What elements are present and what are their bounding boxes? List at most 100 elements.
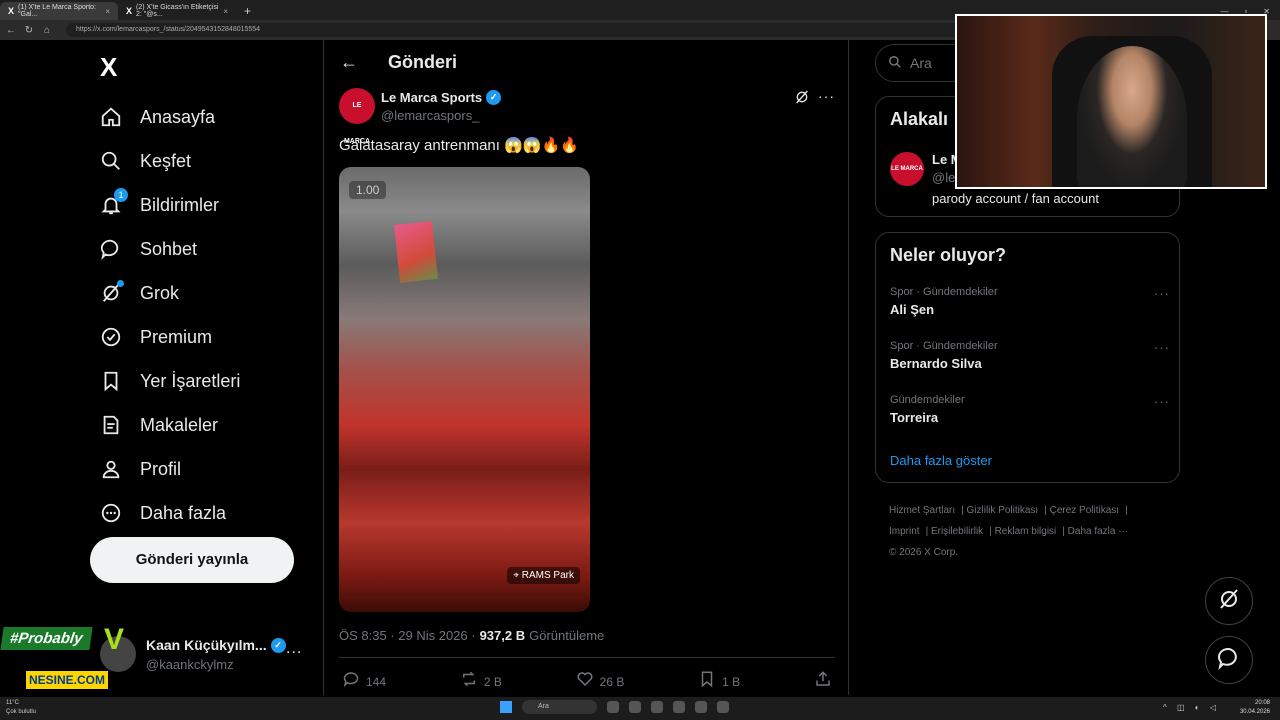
- trend-item[interactable]: Spor · Gündemdekiler Bernardo Silva ···: [890, 340, 1170, 371]
- search-icon: [100, 150, 122, 172]
- nav-item-chat[interactable]: Sohbet: [100, 229, 197, 269]
- app-icon[interactable]: [629, 701, 641, 713]
- app-icon[interactable]: [717, 701, 729, 713]
- system-tray[interactable]: ^ ◫ ◐ ◁: [1163, 703, 1220, 712]
- account-name-row: Kaan Küçükyılm... ✓: [146, 637, 286, 653]
- post-button[interactable]: Gönderi yayınla: [90, 537, 294, 583]
- more-icon[interactable]: ···: [1154, 286, 1170, 301]
- show-more-link[interactable]: Daha fazla göster: [890, 453, 992, 468]
- nav-label: Anasayfa: [140, 106, 216, 127]
- tab-title: (2) X'te Gicass'ın Etiketçisi 2: "@s...: [136, 4, 219, 18]
- clock-date: 30.04.2026: [1239, 709, 1270, 715]
- messages-fab-button[interactable]: [1205, 636, 1253, 684]
- footer-link[interactable]: Daha fazla ···: [1068, 526, 1129, 537]
- like-count: 26 B: [599, 674, 625, 689]
- clock-time: 20:08: [1254, 700, 1270, 706]
- nav-label: Premium: [140, 326, 213, 347]
- footer-link[interactable]: Çerez Politikası: [1050, 505, 1119, 516]
- trend-category: Spor · Gündemdekiler: [890, 286, 998, 298]
- back-arrow-icon[interactable]: ←: [340, 52, 358, 73]
- bell-icon: 1: [100, 188, 128, 216]
- footer-link[interactable]: Erişilebilirlik: [931, 526, 983, 537]
- more-icon[interactable]: ···: [1154, 340, 1170, 355]
- author-handle[interactable]: @lemarcaspors_: [381, 108, 479, 123]
- more-icon[interactable]: ...: [286, 640, 302, 658]
- edge-icon[interactable]: [673, 701, 685, 713]
- nav-item-home[interactable]: Anasayfa: [100, 97, 215, 137]
- trend-category: Gündemdekiler: [890, 394, 965, 406]
- close-tab-icon[interactable]: ×: [223, 7, 228, 16]
- nav-item-notifications[interactable]: 1 Bildirimler: [100, 185, 219, 225]
- footer-links: Hizmet Şartları | Gizlilik Politikası | Çe…: [889, 505, 1129, 558]
- account-name: Kaan Küçükyılm...: [146, 637, 267, 653]
- trend-name: Torreira: [890, 410, 939, 425]
- nav-item-premium[interactable]: Premium: [100, 317, 212, 357]
- webcam-overlay: [955, 14, 1267, 189]
- nav-item-grok[interactable]: Grok: [100, 273, 179, 313]
- browser-tab-1[interactable]: X (1) X'te Le Marca Sporto: "Gal... ×: [0, 2, 118, 20]
- grok-icon[interactable]: [794, 89, 810, 108]
- verified-badge-icon: ✓: [270, 637, 286, 653]
- reload-icon[interactable]: ↻: [24, 25, 34, 36]
- like-button[interactable]: 26 B: [576, 670, 625, 693]
- weather-widget[interactable]: 11°C Çok bulutlu: [6, 699, 36, 717]
- weather-temp: 11°C: [6, 700, 19, 706]
- author-name-row[interactable]: Le Marca Sports ✓: [381, 90, 502, 105]
- trend-item[interactable]: Spor · Gündemdekiler Ali Şen ···: [890, 286, 1170, 317]
- nav-item-more[interactable]: Daha fazla: [100, 493, 226, 533]
- location-label: RAMS Park: [521, 570, 574, 581]
- taskbar-search[interactable]: Ara: [522, 700, 597, 714]
- clock[interactable]: 20:08 30.04.2026: [1240, 699, 1270, 717]
- post-text: Galatasaray antrenmanı 😱😱🔥🔥: [339, 137, 579, 154]
- app-icon[interactable]: [651, 701, 663, 713]
- post-time[interactable]: ÖS 8:35 · 29 Nis 2026 ·: [339, 628, 476, 643]
- url-field[interactable]: https://x.com/lemarcaspors_/status/20495…: [66, 23, 966, 37]
- nav-label: Daha fazla: [140, 502, 227, 523]
- new-tab-button[interactable]: +: [236, 2, 259, 20]
- app-icon[interactable]: [695, 701, 707, 713]
- more-icon[interactable]: ···: [1154, 394, 1170, 409]
- weather-desc: Çok bulutlu: [6, 709, 37, 715]
- close-tab-icon[interactable]: ×: [105, 7, 110, 16]
- author-avatar[interactable]: LE MARCA: [339, 88, 375, 145]
- app-icon[interactable]: [607, 701, 619, 713]
- grok-fab-button[interactable]: [1205, 577, 1253, 625]
- bookmark-icon: [698, 670, 716, 693]
- share-button[interactable]: [814, 670, 832, 693]
- nav-item-profile[interactable]: Profil: [100, 449, 181, 489]
- grok-icon: [1217, 587, 1241, 616]
- copyright: © 2026 X Corp.: [889, 547, 959, 558]
- more-circle-icon: [100, 502, 122, 524]
- footer-link[interactable]: Imprint: [889, 526, 920, 537]
- trend-item[interactable]: Gündemdekiler Torreira ···: [890, 394, 1170, 425]
- search-icon: [888, 55, 902, 72]
- post-video[interactable]: 1.00 ⌖ RAMS Park: [339, 167, 590, 612]
- repost-button[interactable]: 2 B: [460, 670, 502, 693]
- trends-title: Neler oluyor?: [890, 245, 1007, 265]
- nav-item-bookmarks[interactable]: Yer İşaretleri: [100, 361, 240, 401]
- windows-start-icon[interactable]: [500, 701, 512, 713]
- footer-link[interactable]: Gizlilik Politikası: [967, 505, 1039, 516]
- article-icon: [100, 414, 122, 436]
- nav-item-explore[interactable]: Keşfet: [100, 141, 191, 181]
- x-logo-icon[interactable]: X: [100, 52, 117, 83]
- footer-link[interactable]: Hizmet Şartları: [889, 505, 955, 516]
- verified-badge-icon: ✓: [486, 90, 502, 105]
- view-count: 937,2 B: [479, 628, 526, 643]
- x-favicon-icon: X: [8, 6, 15, 16]
- nav-label: Grok: [140, 282, 180, 303]
- reply-button[interactable]: 144: [342, 670, 386, 693]
- bookmark-button[interactable]: 1 B: [698, 670, 740, 693]
- related-handle: @le: [932, 170, 956, 185]
- repost-count: 2 B: [483, 674, 502, 689]
- nav-item-articles[interactable]: Makaleler: [100, 405, 218, 445]
- related-avatar[interactable]: LE MARCA: [890, 152, 924, 186]
- back-nav-icon[interactable]: ←: [6, 25, 16, 36]
- footer-link[interactable]: Reklam bilgisi: [995, 526, 1057, 537]
- playback-speed[interactable]: 1.00: [349, 181, 387, 199]
- more-options-icon[interactable]: ···: [818, 88, 835, 104]
- home-nav-icon[interactable]: ⌂: [42, 25, 52, 36]
- browser-tab-2[interactable]: X (2) X'te Gicass'ın Etiketçisi 2: "@s..…: [118, 2, 236, 20]
- post-column: ← Gönderi LE MARCA Le Marca Sports ✓ @le…: [323, 40, 849, 695]
- trend-name: Ali Şen: [890, 302, 935, 317]
